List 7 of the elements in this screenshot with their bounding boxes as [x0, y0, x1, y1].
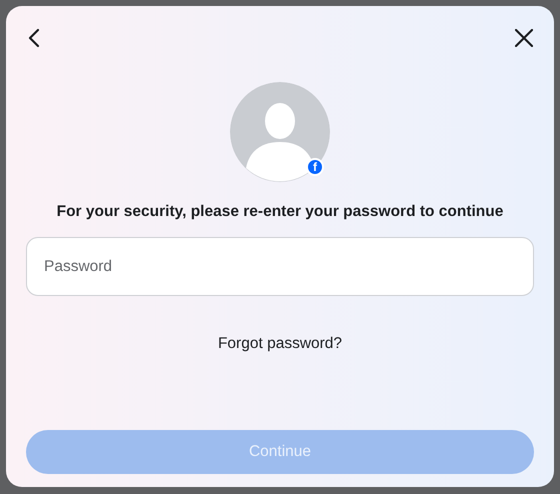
- facebook-badge: f: [306, 158, 324, 176]
- password-field[interactable]: Password: [26, 237, 534, 296]
- close-button[interactable]: [514, 28, 534, 48]
- avatar-icon: [230, 82, 330, 182]
- back-button[interactable]: [26, 28, 42, 48]
- forgot-password-link[interactable]: Forgot password?: [218, 332, 342, 356]
- dialog-heading: For your security, please re-enter your password to continue: [56, 202, 504, 222]
